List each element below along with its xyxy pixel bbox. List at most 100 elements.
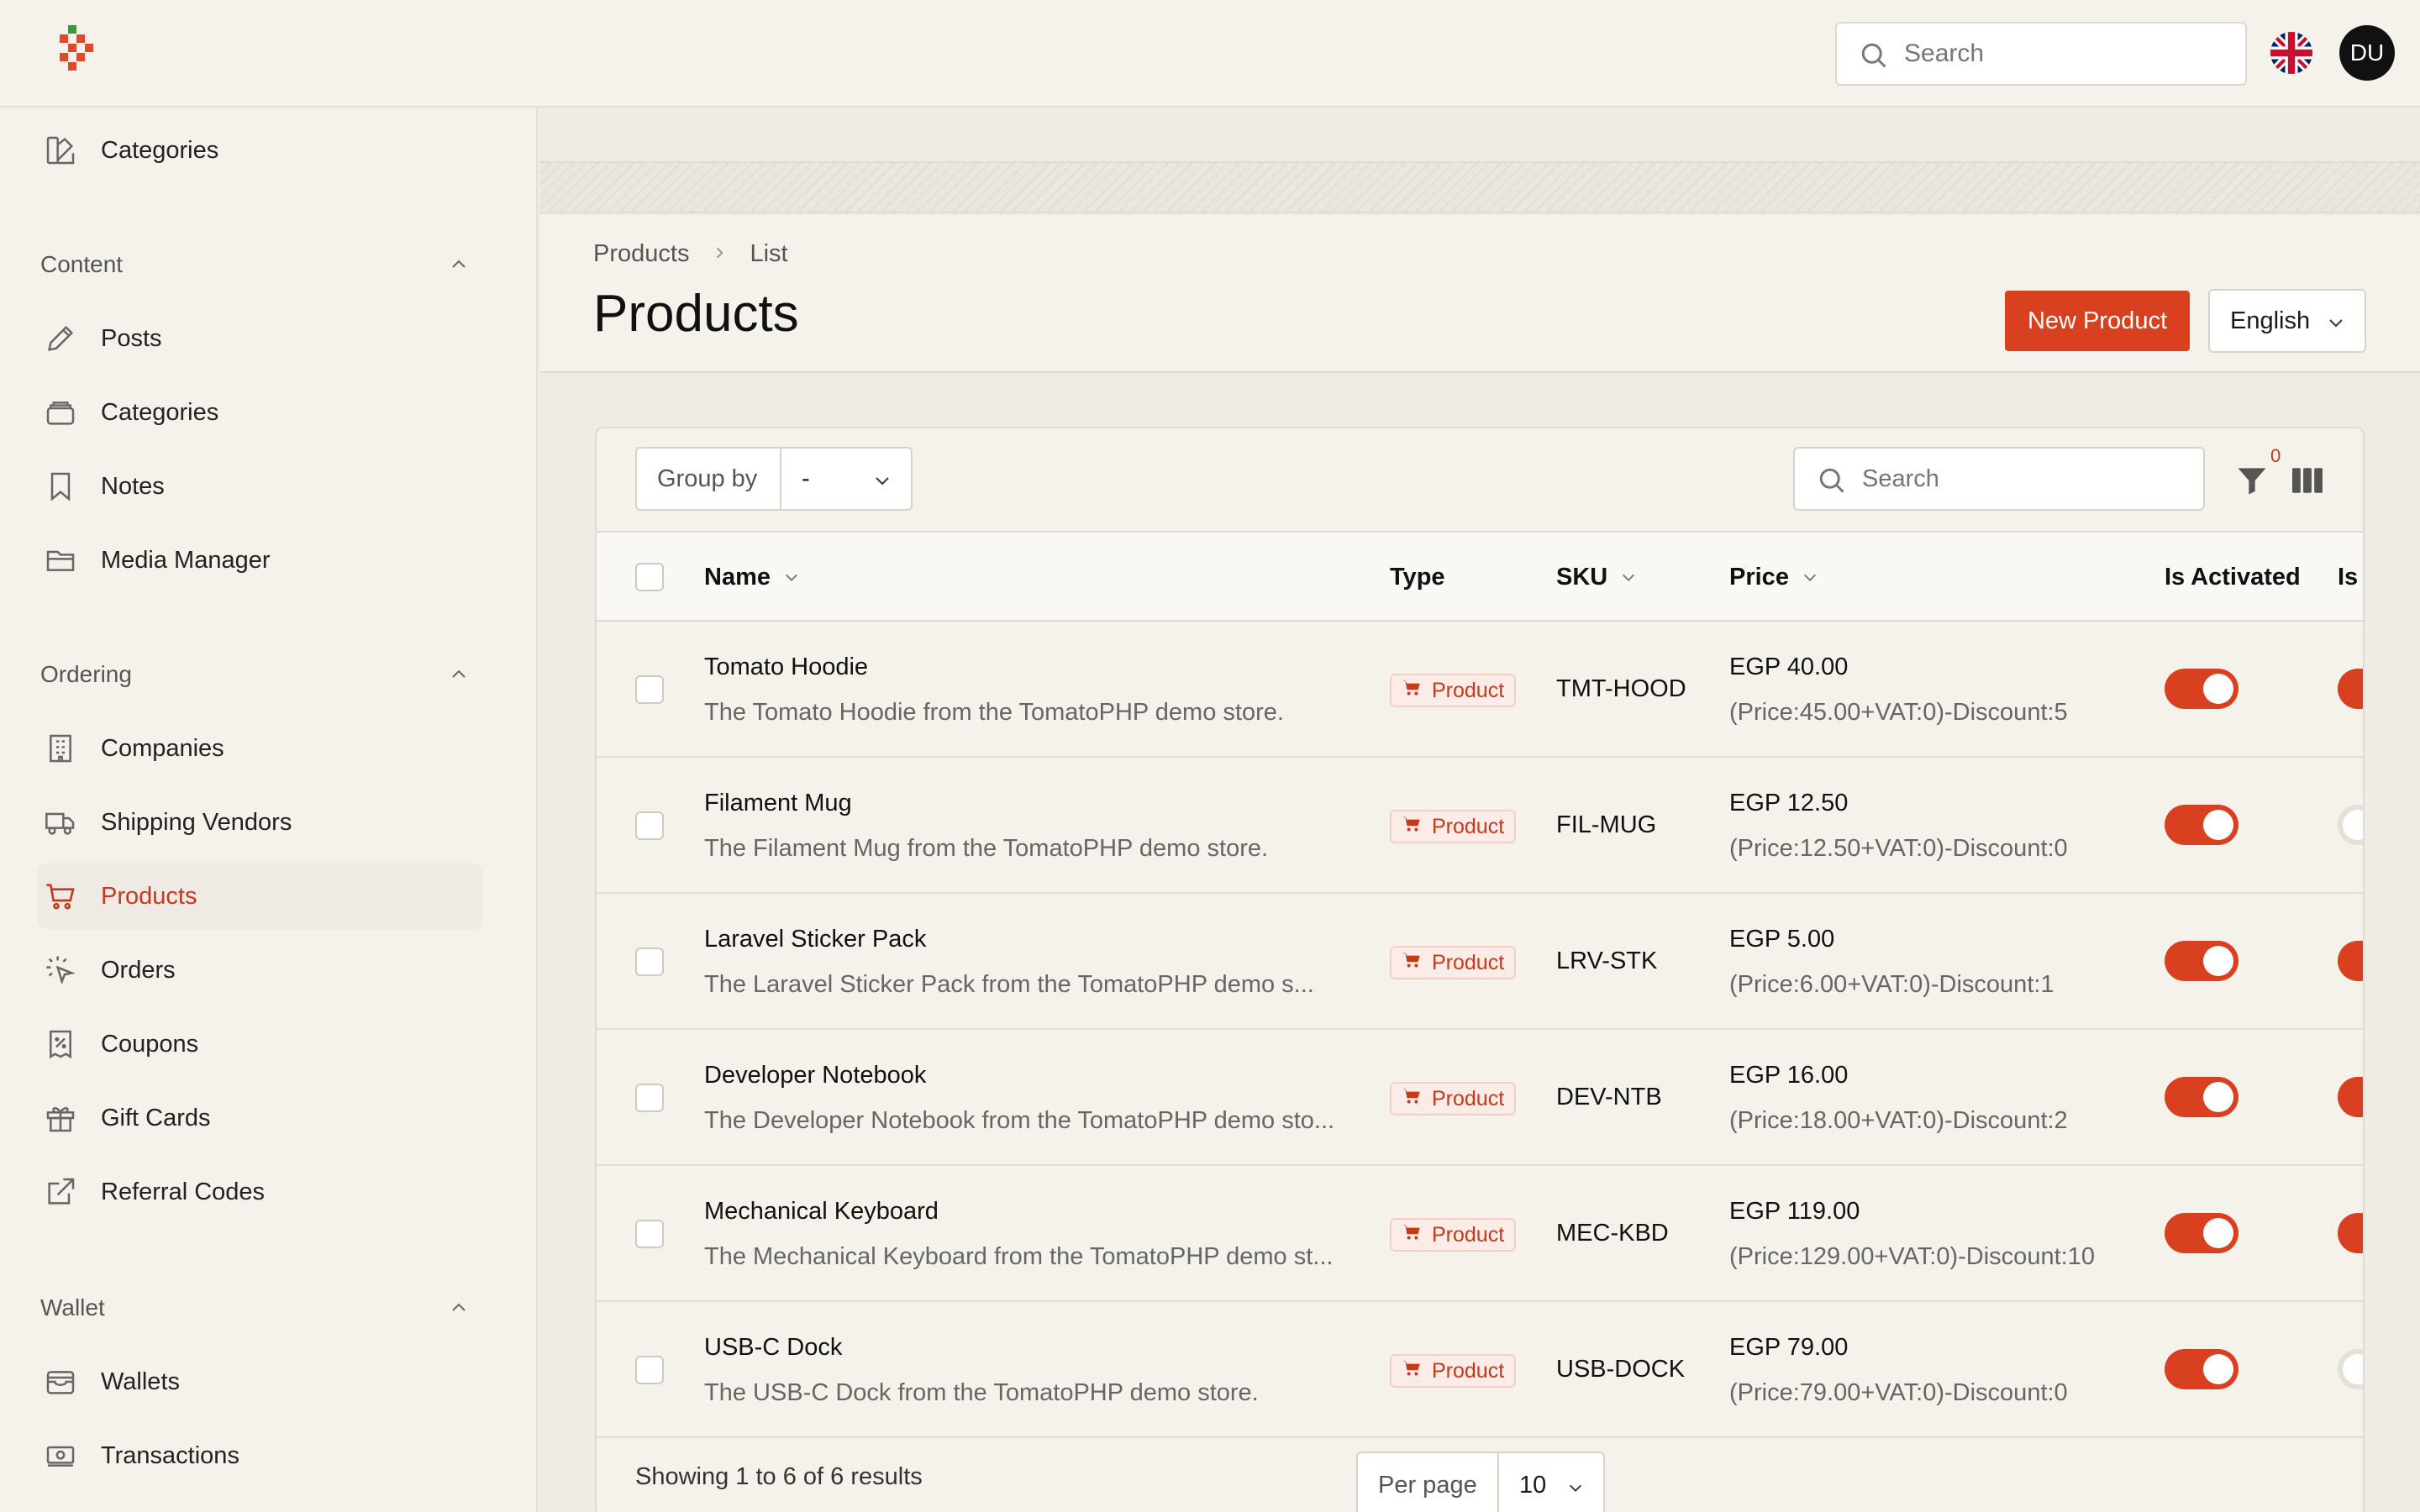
is-activated-toggle[interactable]	[2165, 1077, 2238, 1117]
is-trend-toggle[interactable]	[2338, 805, 2363, 845]
product-price: EGP 40.00	[1729, 654, 1849, 680]
sidebar-item-coupons[interactable]: Coupons	[37, 1011, 482, 1077]
per-page-label: Per page	[1358, 1453, 1499, 1512]
column-header-name[interactable]: Name	[704, 533, 801, 622]
chevron-down-icon	[1569, 1484, 1582, 1492]
column-label: Type	[1390, 563, 1445, 591]
sort-chevron-icon	[785, 574, 798, 581]
is-trend-toggle[interactable]	[2338, 941, 2363, 981]
column-header-sku[interactable]: SKU	[1556, 533, 1638, 622]
sidebar-item-label: Categories	[101, 398, 219, 426]
wallet-icon	[40, 1362, 81, 1402]
cursor-click-icon	[40, 950, 81, 990]
sidebar-item-media-manager[interactable]: Media Manager	[37, 528, 482, 593]
is-activated-toggle[interactable]	[2165, 941, 2238, 981]
sidebar-item-label: Wallets	[101, 1368, 180, 1395]
sidebar-item-orders[interactable]: Orders	[37, 937, 482, 1003]
per-page-value: 10	[1519, 1471, 1547, 1499]
uk-flag-icon[interactable]	[2270, 32, 2312, 74]
is-trend-toggle[interactable]	[2338, 669, 2363, 709]
type-badge: Product	[1390, 1218, 1517, 1252]
row-checkbox[interactable]	[635, 1356, 664, 1384]
product-price: EGP 5.00	[1729, 926, 1835, 953]
sidebar-item-label: Orders	[101, 956, 176, 984]
sidebar-item-transactions[interactable]: Transactions	[37, 1423, 482, 1488]
table-row[interactable]: Developer Notebook The Developer Notebook…	[597, 1030, 2363, 1166]
app-logo[interactable]	[55, 24, 106, 82]
row-checkbox[interactable]	[635, 675, 664, 704]
table-row[interactable]: Filament Mug The Filament Mug from the To…	[597, 758, 2363, 894]
is-trend-toggle[interactable]	[2338, 1349, 2363, 1389]
table-row[interactable]: USB-C Dock The USB-C Dock from the Tomato…	[597, 1302, 2363, 1438]
sidebar-group-label: Ordering	[40, 661, 132, 687]
is-activated-toggle[interactable]	[2165, 805, 2238, 845]
is-trend-toggle[interactable]	[2338, 1077, 2363, 1117]
is-activated-toggle[interactable]	[2165, 1213, 2238, 1253]
type-badge: Product	[1390, 1082, 1517, 1116]
sidebar-group-label: Wallet	[40, 1294, 105, 1320]
product-sku: TMT-HOOD	[1556, 675, 1686, 702]
sidebar-group-wallet[interactable]: Wallet	[40, 1287, 469, 1329]
sidebar-item-products[interactable]: Products	[37, 864, 482, 929]
new-product-button[interactable]: New Product	[2005, 291, 2190, 351]
table-row[interactable]: Tomato Hoodie The Tomato Hoodie from the …	[597, 622, 2363, 758]
breadcrumb-products[interactable]: Products	[593, 240, 689, 268]
filter-icon[interactable]	[2233, 462, 2270, 499]
sidebar-item-label: Gift Cards	[101, 1104, 211, 1131]
user-avatar[interactable]: DU	[2339, 25, 2395, 81]
sidebar-item-posts[interactable]: Posts	[37, 306, 482, 371]
sidebar-item-categories[interactable]: Categories	[37, 380, 482, 445]
table-search-input[interactable]	[1862, 457, 2190, 501]
global-search[interactable]	[1835, 22, 2247, 86]
sidebar-item-notes[interactable]: Notes	[37, 454, 482, 519]
sidebar-item-referral-codes[interactable]: Referral Codes	[37, 1159, 482, 1225]
table-row[interactable]: Mechanical Keyboard The Mechanical Keyboa…	[597, 1166, 2363, 1302]
group-by-select[interactable]: Group by -	[635, 447, 913, 511]
type-badge: Product	[1390, 810, 1517, 843]
is-activated-toggle[interactable]	[2165, 669, 2238, 709]
sidebar-item-companies[interactable]: Companies	[37, 716, 482, 781]
sidebar-item-wallets[interactable]: Wallets	[37, 1349, 482, 1415]
price-breakdown: (Price:45.00+VAT:0)-Discount:5	[1729, 699, 2068, 726]
language-select[interactable]: English	[2208, 289, 2366, 353]
table-search[interactable]	[1793, 447, 2205, 511]
product-sku: FIL-MUG	[1556, 811, 1657, 838]
chevron-up-icon	[452, 1303, 466, 1311]
sidebar-group-content[interactable]: Content	[40, 244, 469, 286]
price-breakdown: (Price:12.50+VAT:0)-Discount:0	[1729, 835, 2068, 862]
sort-chevron-icon	[1803, 574, 1817, 581]
row-checkbox[interactable]	[635, 948, 664, 976]
product-description: The Mechanical Keyboard from the TomatoP…	[704, 1243, 1334, 1270]
bookmark-icon	[40, 466, 81, 507]
chevron-up-icon	[452, 260, 466, 268]
cart-icon	[1402, 1359, 1432, 1383]
column-header-price[interactable]: Price	[1729, 533, 1819, 622]
type-badge: Product	[1390, 1354, 1517, 1388]
sidebar-item-categories-top[interactable]: Categories	[37, 118, 482, 183]
product-description: The USB-C Dock from the TomatoPHP demo s…	[704, 1379, 1259, 1406]
row-checkbox[interactable]	[635, 1220, 664, 1248]
columns-icon[interactable]	[2291, 465, 2324, 496]
is-trend-toggle[interactable]	[2338, 1213, 2363, 1253]
per-page-select[interactable]: Per page 10	[1356, 1452, 1605, 1512]
sidebar-group-ordering[interactable]: Ordering	[40, 654, 469, 696]
type-badge: Product	[1390, 946, 1517, 979]
product-sku: DEV-NTB	[1556, 1084, 1662, 1110]
product-sku: MEC-KBD	[1556, 1220, 1669, 1247]
product-description: The Laravel Sticker Pack from the Tomato…	[704, 971, 1314, 998]
product-price: EGP 79.00	[1729, 1334, 1849, 1361]
product-sku: USB-DOCK	[1556, 1356, 1686, 1383]
global-search-input[interactable]	[1904, 32, 2232, 76]
sidebar-item-gift-cards[interactable]: Gift Cards	[37, 1085, 482, 1151]
type-label: Product	[1432, 1358, 1505, 1383]
type-label: Product	[1432, 678, 1505, 702]
row-checkbox[interactable]	[635, 1084, 664, 1112]
row-checkbox[interactable]	[635, 811, 664, 840]
is-activated-toggle[interactable]	[2165, 1349, 2238, 1389]
breadcrumb: Products List	[593, 240, 788, 268]
product-description: The Developer Notebook from the TomatoPH…	[704, 1107, 1335, 1134]
table-row[interactable]: Laravel Sticker Pack The Laravel Sticker …	[597, 894, 2363, 1030]
pencil-icon	[40, 318, 81, 359]
select-all-checkbox[interactable]	[635, 533, 664, 622]
sidebar-item-shipping-vendors[interactable]: Shipping Vendors	[37, 790, 482, 855]
